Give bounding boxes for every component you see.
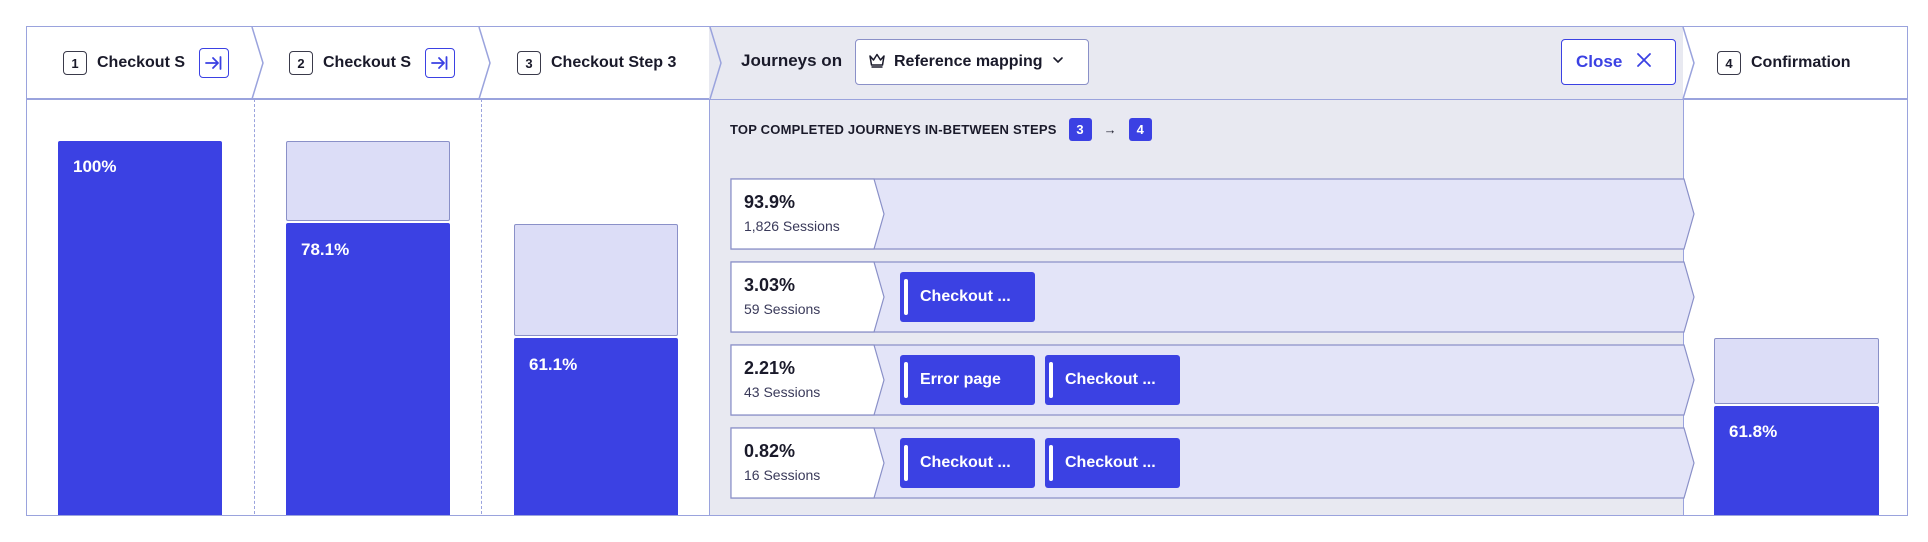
panel-divider — [709, 99, 710, 515]
bar-percentage: 100% — [73, 157, 117, 176]
step-number: 4 — [1717, 51, 1741, 75]
chip-label: Checkout ... — [920, 454, 1011, 471]
funnel-bar-step-1[interactable] — [58, 141, 222, 515]
chip-marker — [1049, 445, 1053, 481]
step-label: Checkout S — [323, 54, 412, 71]
journey-step-chip[interactable]: Checkout ... — [900, 438, 1035, 488]
journey-row-shape — [730, 178, 1695, 250]
step-separator — [1682, 27, 1695, 99]
chip-marker — [1049, 362, 1053, 398]
top-journeys-title: TOP COMPLETED JOURNEYS IN-BETWEEN STEPS … — [730, 117, 1152, 141]
chip-label: Error page — [920, 371, 1001, 388]
step-label: Confirmation — [1751, 54, 1851, 71]
chip-label: Checkout ... — [1065, 454, 1156, 471]
journey-percentage: 93.9% — [744, 192, 796, 212]
funnel-bar-dropoff-step-3[interactable] — [514, 224, 678, 336]
chip-marker — [904, 445, 908, 481]
journey-percentage: 3.03% — [744, 275, 796, 295]
chip-label: Checkout ... — [1065, 371, 1156, 388]
chip-marker — [904, 279, 908, 315]
bar-percentage: 61.1% — [529, 355, 578, 374]
step-header-1[interactable]: 1 Checkout S — [63, 27, 229, 99]
chevron-down-icon — [1052, 53, 1064, 71]
journey-percentage: 2.21% — [744, 358, 796, 378]
crown-icon — [868, 51, 886, 74]
close-icon — [1636, 52, 1652, 73]
journey-row[interactable]: 3.03% 59 Sessions Checkout ... — [730, 261, 1695, 333]
chip-marker — [904, 362, 908, 398]
close-button[interactable]: Close — [1561, 39, 1676, 85]
arrow-to-line-icon[interactable] — [199, 48, 229, 78]
step-label: Checkout Step 3 — [551, 54, 677, 71]
journey-row[interactable]: 0.82% 16 Sessions Checkout ... Checkout … — [730, 427, 1695, 499]
top-journeys-heading: TOP COMPLETED JOURNEYS IN-BETWEEN STEPS — [730, 121, 1057, 137]
journey-row-shape — [730, 261, 1695, 333]
journey-row[interactable]: 93.9% 1,826 Sessions — [730, 178, 1695, 250]
journey-row-shape — [730, 427, 1695, 499]
step-label: Checkout S — [97, 54, 186, 71]
journey-step-chip[interactable]: Error page — [900, 355, 1035, 405]
journey-sessions: 43 Sessions — [744, 384, 821, 400]
step-separator — [709, 27, 722, 99]
arrow-to-line-icon[interactable] — [425, 48, 455, 78]
journeys-title: Journeys on — [741, 51, 843, 70]
from-step-badge: 3 — [1068, 117, 1092, 141]
frame-bottom-border — [26, 515, 1908, 516]
bar-percentage: 78.1% — [301, 240, 350, 259]
bottom-mask — [0, 517, 1928, 542]
step-separator — [478, 27, 491, 99]
journey-step-chip[interactable]: Checkout ... — [1045, 355, 1180, 405]
to-step-badge: 4 — [1128, 117, 1152, 141]
step-number: 2 — [289, 51, 313, 75]
reference-mapping-dropdown[interactable]: Reference mapping — [855, 39, 1089, 85]
close-label: Close — [1576, 52, 1623, 71]
journey-percentage: 0.82% — [744, 441, 796, 461]
journey-sessions: 59 Sessions — [744, 301, 821, 317]
funnel-bar-dropoff-step-2[interactable] — [286, 141, 450, 221]
journey-step-chip[interactable]: Checkout ... — [900, 272, 1035, 322]
step-header-2[interactable]: 2 Checkout S — [289, 27, 455, 99]
step-number: 3 — [517, 51, 541, 75]
header-divider — [27, 99, 1907, 100]
column-divider — [481, 99, 482, 515]
funnel-bar-dropoff-step-4[interactable] — [1714, 338, 1879, 404]
journey-sessions: 1,826 Sessions — [744, 218, 840, 234]
funnel-bar-step-2[interactable] — [286, 223, 450, 515]
journey-step-chip[interactable]: Checkout ... — [1045, 438, 1180, 488]
journey-row-shape — [730, 344, 1695, 416]
reference-mapping-label: Reference mapping — [894, 53, 1043, 70]
step-header-3[interactable]: 3 Checkout Step 3 — [517, 27, 691, 99]
arrow-right-icon: → — [1103, 121, 1117, 137]
journey-row[interactable]: 2.21% 43 Sessions Error page Checkout ..… — [730, 344, 1695, 416]
column-divider — [254, 99, 255, 515]
step-separator — [251, 27, 264, 99]
step-header-4[interactable]: 4 Confirmation — [1717, 27, 1851, 99]
bar-percentage: 61.8% — [1729, 422, 1778, 441]
chip-label: Checkout ... — [920, 288, 1011, 305]
journey-sessions: 16 Sessions — [744, 467, 821, 483]
step-number: 1 — [63, 51, 87, 75]
